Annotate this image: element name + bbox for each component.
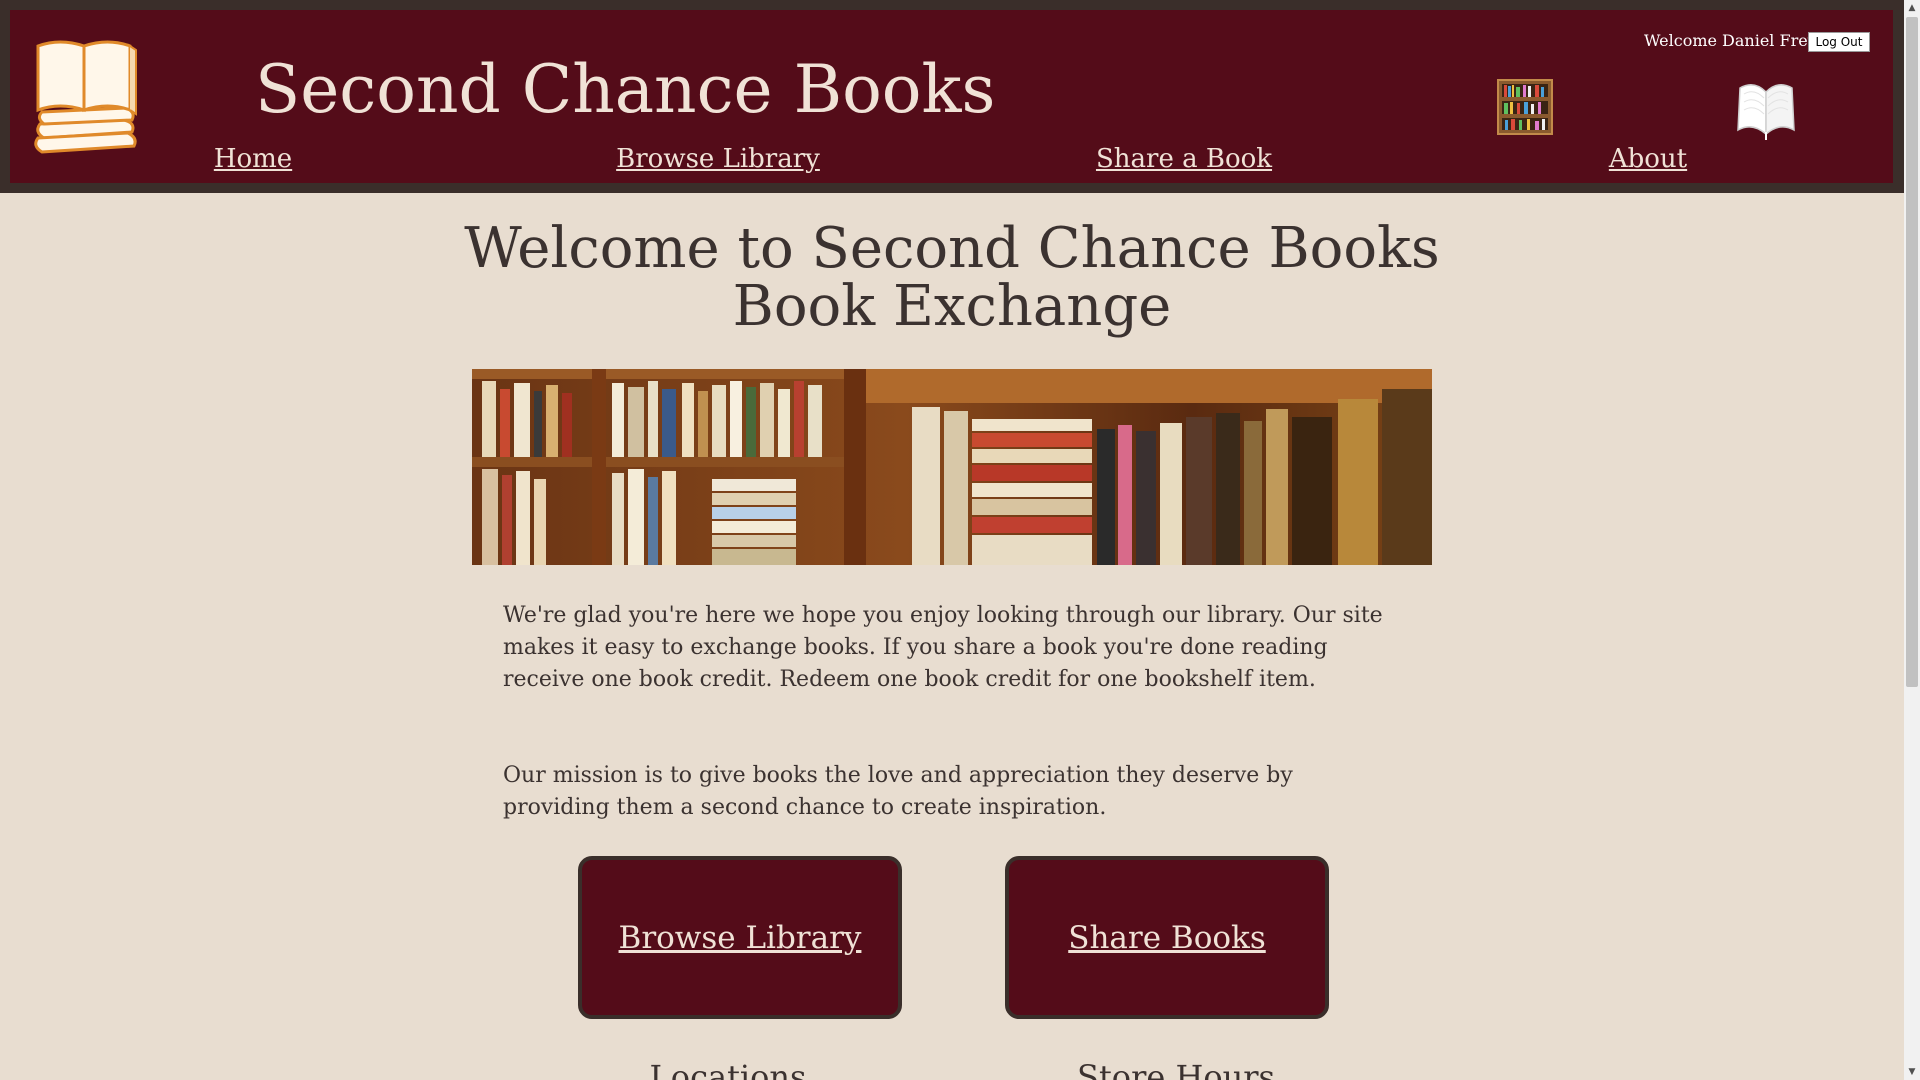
intro-paragraph: We're glad you're here we hope you enjoy… bbox=[503, 603, 1383, 692]
mission-paragraph: Our mission is to give books the love an… bbox=[503, 763, 1293, 820]
browse-library-button[interactable]: Browse Library bbox=[578, 856, 902, 1019]
welcome-user-text: Welcome Daniel Frey bbox=[1644, 31, 1817, 50]
page: Second Chance Books Welcome Daniel Frey … bbox=[0, 0, 1904, 1080]
nav-about-link[interactable]: About bbox=[1609, 144, 1687, 174]
browse-library-button-label[interactable]: Browse Library bbox=[619, 920, 862, 956]
bookshelf-banner-image bbox=[472, 369, 1432, 565]
vertical-scrollbar[interactable]: ▲ ▼ bbox=[1904, 0, 1920, 1080]
nav-share-a-book-link[interactable]: Share a Book bbox=[1096, 144, 1272, 174]
nav-browse-library-link[interactable]: Browse Library bbox=[616, 144, 820, 174]
site-title: Second Chance Books bbox=[255, 51, 996, 128]
scroll-up-arrow-icon[interactable]: ▲ bbox=[1904, 0, 1920, 16]
page-heading-line2: Book Exchange bbox=[732, 274, 1172, 339]
page-heading: Welcome to Second Chance Books Book Exch… bbox=[352, 220, 1552, 336]
locations-heading: Locations bbox=[649, 1058, 807, 1080]
open-book-icon[interactable] bbox=[1736, 78, 1796, 140]
scroll-down-arrow-icon[interactable]: ▼ bbox=[1904, 1064, 1920, 1080]
site-header: Second Chance Books Welcome Daniel Frey … bbox=[10, 10, 1893, 183]
scrollbar-thumb[interactable] bbox=[1906, 17, 1918, 687]
share-books-button-label[interactable]: Share Books bbox=[1068, 920, 1266, 956]
store-hours-heading: Store Hours bbox=[1077, 1058, 1275, 1080]
share-books-button[interactable]: Share Books bbox=[1005, 856, 1329, 1019]
page-heading-line1: Welcome to Second Chance Books bbox=[464, 216, 1440, 281]
book-stack-logo-icon[interactable] bbox=[32, 28, 142, 158]
nav-home-link[interactable]: Home bbox=[214, 144, 292, 174]
bookshelf-icon[interactable] bbox=[1497, 79, 1553, 135]
logout-button[interactable]: Log Out bbox=[1808, 32, 1870, 52]
